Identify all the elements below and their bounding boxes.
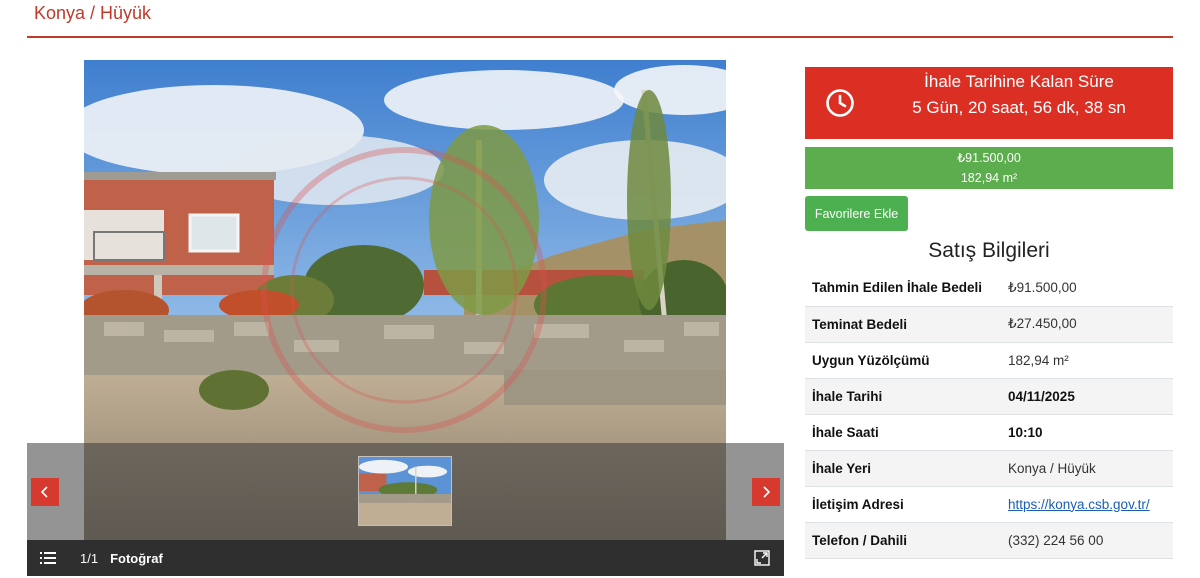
thumbnail[interactable]	[358, 456, 452, 526]
next-photo-button[interactable]	[752, 478, 780, 506]
row-label: Teminat Bedeli	[805, 306, 1001, 343]
row-label: İletişim Adresi	[805, 486, 1001, 523]
row-value: Konya / Hüyük	[1001, 450, 1173, 487]
add-to-favorites-button[interactable]: Favorilere Ekle	[805, 196, 908, 231]
previous-photo-button[interactable]	[31, 478, 59, 506]
row-value: 04/11/2025	[1001, 378, 1173, 415]
table-row: İhale Saati 10:10	[805, 414, 1173, 451]
thumbnail-image	[359, 457, 451, 525]
table-row: Tahmin Edilen İhale Bedeli ₺91.500,00	[805, 270, 1173, 307]
photo-caption: Fotoğraf	[110, 550, 163, 566]
photo-counter: 1/1	[80, 550, 99, 566]
page-title: Konya / Hüyük	[34, 3, 152, 23]
row-value: 182,94 m²	[1001, 342, 1173, 379]
row-label: Uygun Yüzölçümü	[805, 342, 1001, 379]
table-row: İletişim Adresi https://konya.csb.gov.tr…	[805, 486, 1173, 523]
row-label: İhale Yeri	[805, 450, 1001, 487]
row-value: ₺27.450,00	[1001, 306, 1173, 343]
chevron-left-icon	[40, 486, 48, 498]
row-label: Telefon / Dahili	[805, 522, 1001, 559]
expand-icon[interactable]	[754, 550, 770, 566]
price-amount: ₺91.500,00	[957, 151, 1021, 165]
table-row: İhale Tarihi 04/11/2025	[805, 378, 1173, 415]
sale-info-title: Satış Bilgileri	[928, 239, 1050, 262]
title-divider	[27, 36, 1173, 38]
gallery-toolbar: 1/1 Fotoğraf	[27, 540, 784, 576]
row-value: ₺91.500,00	[1001, 270, 1173, 307]
chevron-right-icon	[763, 486, 771, 498]
row-value: 10:10	[1001, 414, 1173, 451]
photo-gallery: 1/1 Fotoğraf	[27, 60, 784, 576]
list-icon[interactable]	[40, 551, 56, 565]
price-area: 182,94 m²	[960, 171, 1018, 185]
table-row: Telefon / Dahili (332) 224 56 00	[805, 522, 1173, 559]
contact-link[interactable]: https://konya.csb.gov.tr/	[1008, 497, 1150, 512]
row-value: https://konya.csb.gov.tr/	[1001, 486, 1173, 523]
row-value: (332) 224 56 00	[1001, 522, 1173, 559]
row-label: İhale Saati	[805, 414, 1001, 451]
price-summary: ₺91.500,00 182,94 m²	[805, 147, 1173, 189]
table-row: Teminat Bedeli ₺27.450,00	[805, 306, 1173, 343]
countdown-banner: İhale Tarihine Kalan Süre 5 Gün, 20 saat…	[805, 67, 1173, 139]
countdown-value: 5 Gün, 20 saat, 56 dk, 38 sn	[912, 98, 1126, 117]
thumbnail-strip	[27, 443, 784, 540]
countdown-title: İhale Tarihine Kalan Süre	[924, 72, 1114, 91]
sale-info-table: Tahmin Edilen İhale Bedeli ₺91.500,00 Te…	[805, 270, 1173, 559]
row-label: İhale Tarihi	[805, 378, 1001, 415]
table-row: İhale Yeri Konya / Hüyük	[805, 450, 1173, 487]
row-label: Tahmin Edilen İhale Bedeli	[805, 270, 1001, 307]
table-row: Uygun Yüzölçümü 182,94 m²	[805, 342, 1173, 379]
clock-icon	[826, 89, 854, 117]
